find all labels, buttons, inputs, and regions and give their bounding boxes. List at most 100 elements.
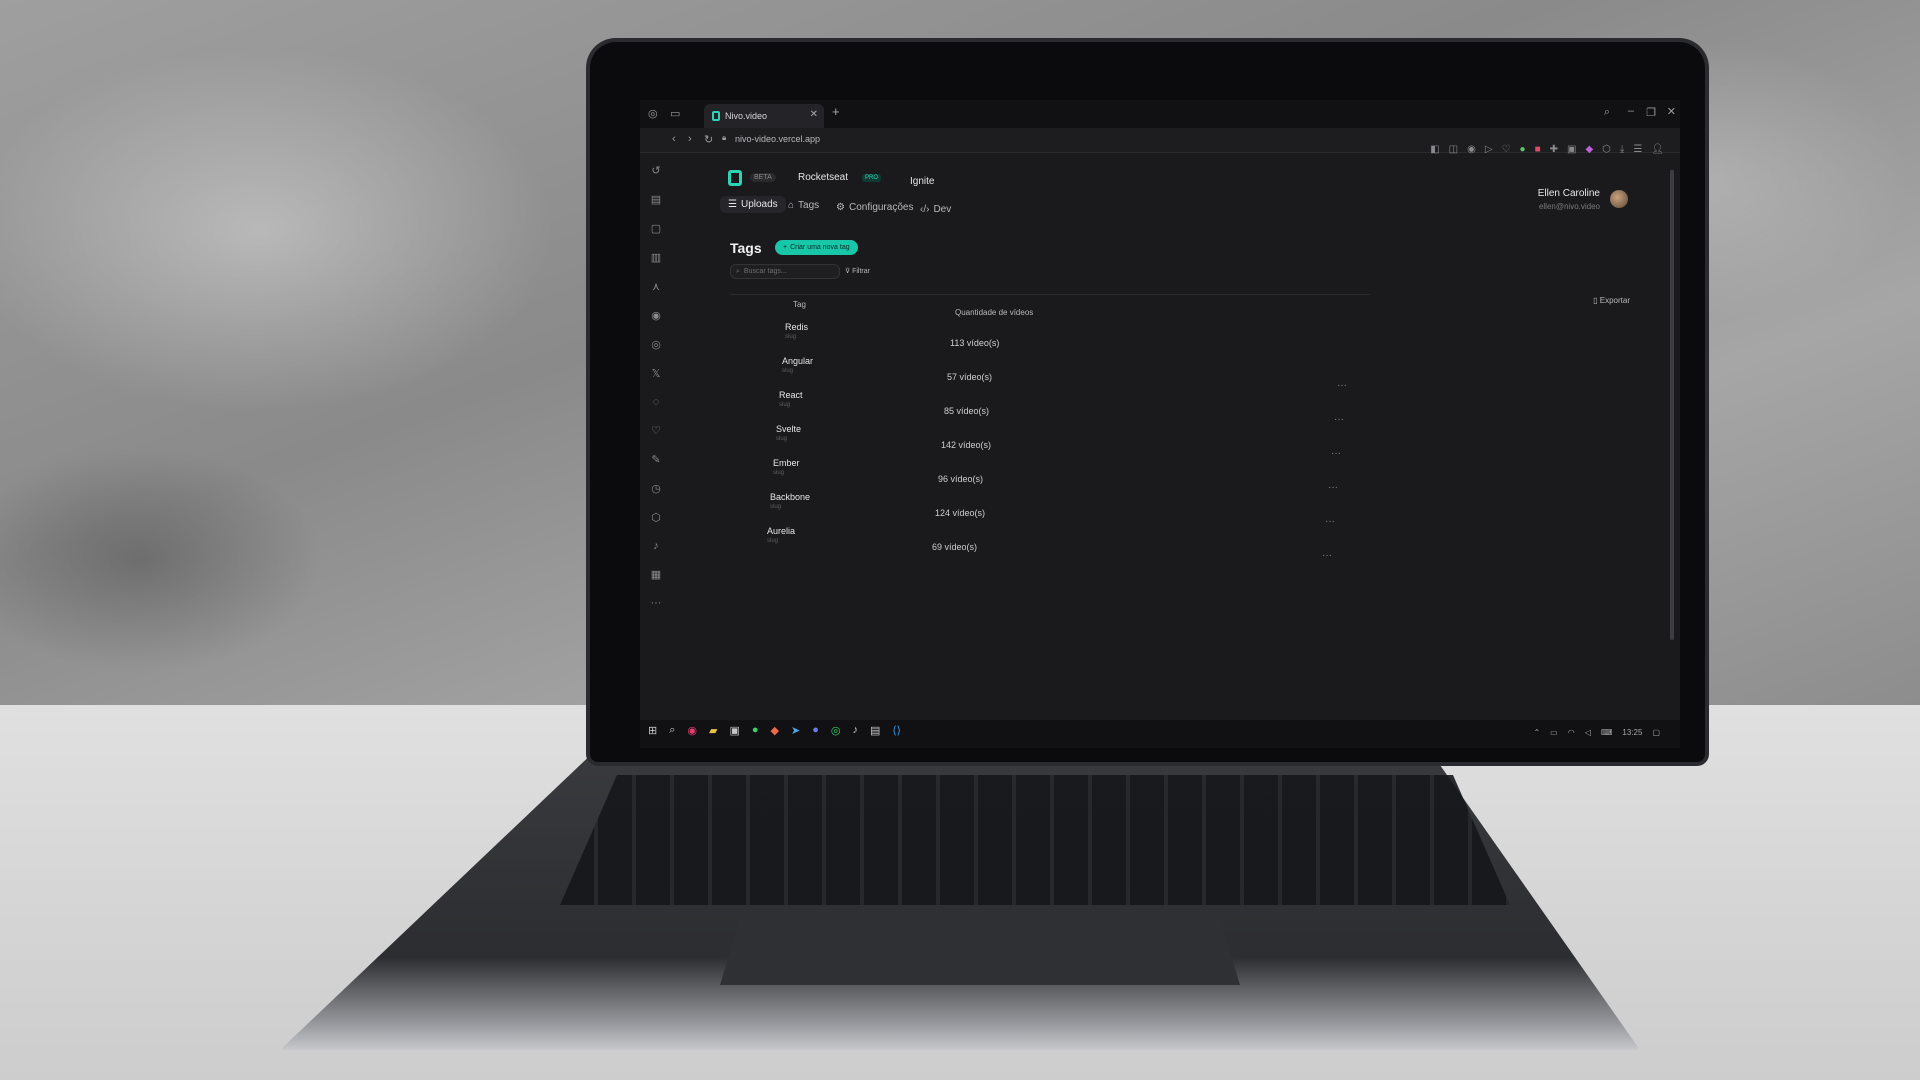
- table-row[interactable]: Backbone slug 124 vídeo(s) ···: [770, 492, 1335, 527]
- forward-icon[interactable]: ›: [688, 133, 692, 145]
- figma-icon[interactable]: ◆: [771, 724, 779, 737]
- heart-icon[interactable]: ♡: [1502, 144, 1511, 155]
- workspaces-icon[interactable]: ▭: [670, 107, 680, 120]
- spotify-icon[interactable]: ●: [752, 724, 759, 737]
- grid-icon[interactable]: ▦: [651, 568, 661, 581]
- extension-icon[interactable]: ■: [1535, 144, 1541, 155]
- extension-icon[interactable]: ◆: [1585, 144, 1593, 155]
- bag-icon[interactable]: ▤: [651, 193, 661, 206]
- app-icon[interactable]: ▣: [729, 724, 739, 737]
- table-row[interactable]: Angular slug 57 vídeo(s) ···: [782, 356, 1347, 391]
- tab-uploads[interactable]: ☰ Uploads: [720, 196, 786, 213]
- table-row[interactable]: React slug 85 vídeo(s) ···: [779, 390, 1344, 425]
- video-count: 57 vídeo(s): [947, 372, 993, 382]
- table-row[interactable]: Svelte slug 142 vídeo(s) ···: [776, 424, 1341, 459]
- nivo-logo-icon[interactable]: [728, 170, 742, 186]
- volume-icon[interactable]: ◁: [1585, 728, 1591, 737]
- cube-icon[interactable]: ⬡: [651, 511, 661, 524]
- extension-icon[interactable]: ◧: [1430, 144, 1439, 155]
- search-icon[interactable]: ⌕: [1604, 106, 1610, 119]
- vscode-icon[interactable]: ⟨⟩: [892, 724, 901, 737]
- chat-icon[interactable]: ▢: [651, 222, 661, 235]
- table-row[interactable]: Aurelia slug 69 vídeo(s) ···: [767, 526, 1332, 561]
- list-icon: ☰: [728, 199, 737, 210]
- wifi-icon[interactable]: ◠: [1568, 728, 1575, 737]
- more-options-icon[interactable]: ···: [1328, 482, 1338, 493]
- bell-icon[interactable]: ♪: [653, 540, 659, 552]
- play-icon[interactable]: ▷: [1485, 144, 1493, 155]
- browser-tab[interactable]: Nivo.video ✕: [704, 104, 824, 128]
- extensions-row: ◧ ◫ ◉ ▷ ♡ ● ■ ✚ ▣ ◆ ⬡ ⤓ ☰ 👤︎: [1430, 144, 1664, 155]
- arrow-icon[interactable]: ⋏: [652, 280, 660, 293]
- avatar[interactable]: [1610, 190, 1628, 208]
- tab-settings[interactable]: ⚙ Configurações: [836, 202, 913, 213]
- sidebar-icon[interactable]: ☰: [1633, 144, 1642, 155]
- user-name: Ellen Caroline: [1537, 188, 1600, 199]
- table-row[interactable]: Redis slug 113 vídeo(s): [785, 322, 1335, 356]
- more-options-icon[interactable]: ···: [1325, 516, 1335, 527]
- minimize-icon[interactable]: –: [1628, 105, 1634, 117]
- video-count: 124 vídeo(s): [935, 508, 986, 518]
- video-count: 142 vídeo(s): [941, 440, 992, 450]
- camera-icon[interactable]: ◫: [1449, 144, 1458, 155]
- clock-time[interactable]: 13:25: [1622, 728, 1642, 737]
- windows-start-icon[interactable]: ⊞: [648, 724, 657, 737]
- video-count: 113 vídeo(s): [950, 338, 1000, 348]
- search-input[interactable]: ⌕ Buscar tags...: [730, 264, 840, 279]
- tiktok-icon[interactable]: ♪: [852, 724, 858, 737]
- puzzle-icon[interactable]: ✚: [1550, 144, 1558, 155]
- target-icon[interactable]: ◌: [653, 396, 660, 408]
- discord-icon[interactable]: ●: [812, 724, 819, 737]
- close-window-icon[interactable]: ✕: [1667, 105, 1676, 118]
- reload-icon[interactable]: ↻: [704, 133, 713, 146]
- search-icon[interactable]: ⌕: [669, 724, 675, 737]
- tab-dev[interactable]: ‹/› Dev: [920, 204, 951, 215]
- filter-button[interactable]: ⊽ Filtrar: [845, 267, 870, 275]
- maximize-icon[interactable]: ❐: [1646, 106, 1656, 119]
- extension-icon[interactable]: ●: [1520, 144, 1526, 155]
- battery-icon[interactable]: ▭: [1550, 728, 1558, 737]
- messenger-icon[interactable]: ◉: [651, 309, 661, 322]
- notes-icon[interactable]: ▥: [651, 251, 661, 264]
- back-icon[interactable]: ‹: [672, 133, 676, 145]
- filter-icon: ⊽: [845, 268, 851, 275]
- extension-icon[interactable]: ◉: [1467, 144, 1476, 155]
- more-options-icon[interactable]: ···: [1331, 448, 1341, 459]
- more-options-icon[interactable]: ···: [1334, 414, 1344, 425]
- url-text[interactable]: nivo-video.vercel.app: [735, 134, 820, 144]
- more-options-icon[interactable]: ···: [1337, 380, 1347, 391]
- video-count: 85 vídeo(s): [944, 406, 990, 416]
- clock-icon[interactable]: ◷: [651, 482, 661, 495]
- chevron-up-icon[interactable]: ⌃: [1533, 728, 1540, 737]
- app-icon[interactable]: ▤: [870, 724, 880, 737]
- keyboard-icon[interactable]: ⌨: [1601, 728, 1613, 737]
- telegram-icon[interactable]: ➤: [791, 724, 800, 737]
- table-row[interactable]: Ember slug 96 vídeo(s) ···: [773, 458, 1338, 493]
- instagram-icon[interactable]: ◎: [651, 338, 661, 351]
- profile-icon[interactable]: 👤︎: [1651, 144, 1664, 155]
- create-tag-button[interactable]: + Criar uma nova tag: [775, 240, 858, 255]
- extension-icon[interactable]: ▣: [1567, 144, 1576, 155]
- new-tab-icon[interactable]: +: [832, 104, 840, 119]
- close-icon[interactable]: ✕: [810, 109, 818, 120]
- more-options-icon[interactable]: ···: [1322, 550, 1332, 561]
- export-button[interactable]: ▯ Exportar: [1593, 296, 1630, 305]
- tab-tags[interactable]: ⌂ Tags: [788, 200, 819, 211]
- whatsapp-icon[interactable]: ◎: [831, 724, 841, 737]
- tag-name: Backbone: [770, 492, 811, 502]
- x-icon[interactable]: 𝕏: [652, 367, 661, 380]
- project-name[interactable]: Ignite: [910, 176, 934, 187]
- history-icon[interactable]: ↺: [651, 164, 660, 177]
- notification-icon[interactable]: ▢: [1652, 728, 1660, 737]
- scrollbar[interactable]: [1670, 170, 1674, 640]
- browser-menu-icon[interactable]: ◎: [648, 107, 658, 120]
- cube-icon[interactable]: ⬡: [1602, 144, 1611, 155]
- folder-icon[interactable]: ▰: [709, 724, 717, 737]
- tag-slug: slug: [773, 470, 785, 476]
- more-icon[interactable]: ···: [651, 597, 662, 609]
- org-name[interactable]: Rocketseat: [798, 172, 848, 183]
- app-icon[interactable]: ◉: [687, 724, 697, 737]
- edit-icon[interactable]: ✎: [651, 453, 660, 466]
- heart-icon[interactable]: ♡: [651, 424, 661, 437]
- download-icon[interactable]: ⤓: [1620, 144, 1624, 155]
